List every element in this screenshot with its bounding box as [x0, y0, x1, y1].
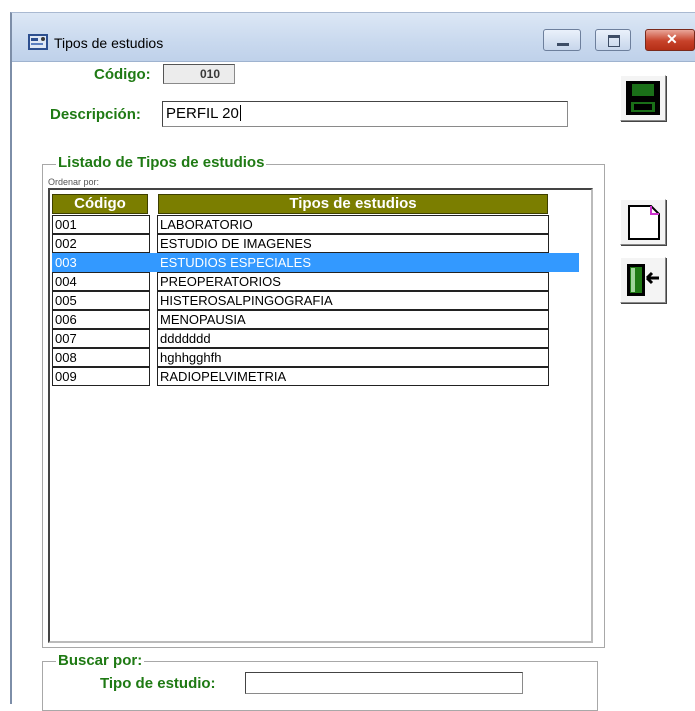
- row-codigo: 006: [52, 310, 150, 329]
- row-tipo: LABORATORIO: [157, 215, 549, 234]
- row-codigo: 002: [52, 234, 150, 253]
- codigo-field: 010: [163, 64, 235, 84]
- codigo-label: Código:: [94, 66, 151, 83]
- row-codigo: 001: [52, 215, 150, 234]
- title-bar[interactable]: Tipos de estudios ✕: [12, 13, 695, 62]
- row-tipo: ESTUDIO DE IMAGENES: [157, 234, 549, 253]
- floppy-disk-icon: [626, 81, 660, 115]
- close-button[interactable]: ✕: [645, 29, 695, 51]
- list-row[interactable]: 002 ESTUDIO DE IMAGENES: [52, 234, 549, 253]
- row-tipo: RADIOPELVIMETRIA: [157, 367, 549, 386]
- tipo-estudio-search-input[interactable]: [245, 672, 523, 694]
- list-row-selected[interactable]: 003 ESTUDIOS ESPECIALES: [52, 253, 579, 272]
- list-row[interactable]: 005 HISTEROSALPINGOGRAFIA: [52, 291, 549, 310]
- row-tipo: ddddddd: [157, 329, 549, 348]
- top-strip: [0, 0, 695, 12]
- row-tipo: PREOPERATORIOS: [157, 272, 549, 291]
- tipos-list[interactable]: Código Tipos de estudios 001 LABORATORIO …: [48, 188, 593, 643]
- row-codigo: 003: [52, 253, 150, 272]
- window-title: Tipos de estudios: [54, 35, 164, 51]
- row-tipo: MENOPAUSIA: [157, 310, 549, 329]
- new-record-button[interactable]: [620, 199, 666, 245]
- new-document-icon: [628, 205, 660, 240]
- tipo-estudio-label: Tipo de estudio:: [100, 675, 216, 692]
- text-caret: [239, 105, 241, 121]
- list-row[interactable]: 006 MENOPAUSIA: [52, 310, 549, 329]
- descripcion-value: PERFIL 20: [166, 105, 239, 122]
- list-row[interactable]: 008 hghhgghfh: [52, 348, 549, 367]
- column-header-codigo[interactable]: Código: [52, 194, 148, 214]
- listado-group-title: Listado de Tipos de estudios: [56, 154, 267, 171]
- ordenar-label: Ordenar por:: [48, 177, 100, 187]
- buscar-group-title: Buscar por:: [56, 652, 145, 669]
- app-icon: [28, 34, 48, 50]
- row-codigo: 008: [52, 348, 150, 367]
- maximize-button[interactable]: [595, 29, 631, 51]
- list-row[interactable]: 009 RADIOPELVIMETRIA: [52, 367, 549, 386]
- row-codigo: 009: [52, 367, 150, 386]
- row-codigo: 004: [52, 272, 150, 291]
- descripcion-input[interactable]: PERFIL 20: [162, 101, 568, 127]
- exit-button[interactable]: [620, 257, 666, 303]
- row-codigo: 005: [52, 291, 150, 310]
- row-tipo: HISTEROSALPINGOGRAFIA: [157, 291, 549, 310]
- list-row[interactable]: 004 PREOPERATORIOS: [52, 272, 549, 291]
- minimize-button[interactable]: [543, 29, 581, 51]
- close-icon: ✕: [666, 31, 678, 47]
- column-header-tipos[interactable]: Tipos de estudios: [158, 194, 548, 214]
- save-button[interactable]: [620, 75, 666, 121]
- row-tipo: ESTUDIOS ESPECIALES: [157, 253, 549, 272]
- row-codigo: 007: [52, 329, 150, 348]
- descripcion-label: Descripción:: [50, 106, 141, 123]
- list-row[interactable]: 001 LABORATORIO: [52, 215, 549, 234]
- list-row[interactable]: 007 ddddddd: [52, 329, 549, 348]
- row-tipo: hghhgghfh: [157, 348, 549, 367]
- exit-door-icon: [627, 264, 659, 296]
